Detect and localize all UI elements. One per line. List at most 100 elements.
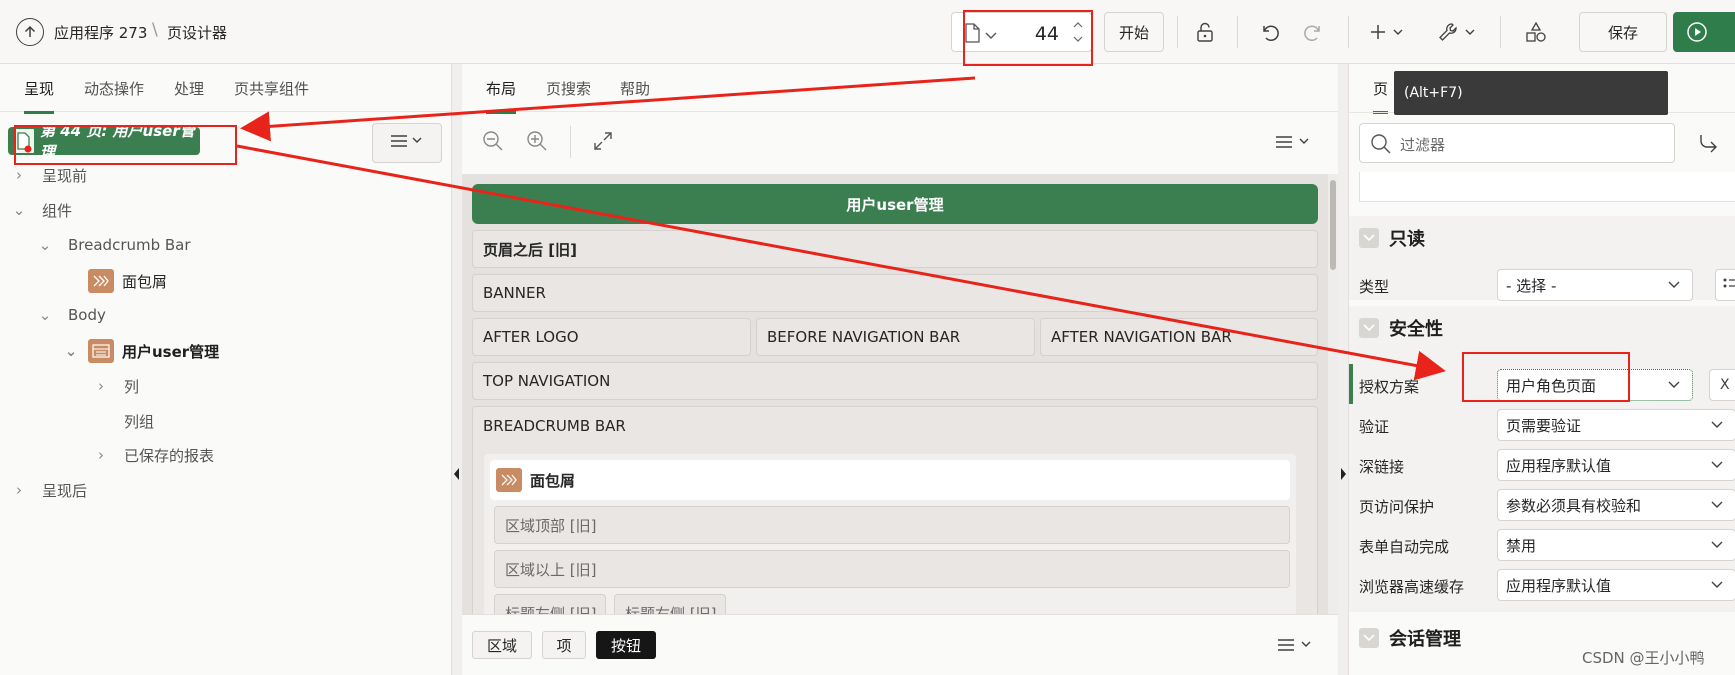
region-after-header[interactable]: 页眉之后 [旧]	[472, 230, 1318, 268]
scroll-thumb[interactable]	[1330, 180, 1336, 270]
chevron-down-icon[interactable]	[1359, 628, 1379, 648]
lock-icon[interactable]	[1191, 18, 1219, 46]
breadcrumb-component[interactable]: 面包屑	[490, 460, 1290, 500]
wrench-icon[interactable]	[1436, 18, 1480, 46]
tree-node-saved-reports[interactable]: › 已保存的报表	[94, 440, 214, 470]
region-after-nav[interactable]: AFTER NAVIGATION BAR	[1040, 318, 1318, 356]
tree-label: 呈现后	[42, 481, 88, 500]
prop-deeplink-select[interactable]: 应用程序默认值	[1497, 449, 1735, 481]
tree-node-body[interactable]: ⌄ Body	[38, 300, 106, 330]
arrow-up-icon[interactable]	[16, 18, 44, 46]
region-after-logo[interactable]: AFTER LOGO	[472, 318, 751, 356]
region-top-nav[interactable]: TOP NAVIGATION	[472, 362, 1318, 400]
region-region-above[interactable]: 区域以上 [旧]	[494, 550, 1290, 588]
plus-icon[interactable]	[1368, 18, 1408, 46]
panel-splitter[interactable]	[1338, 64, 1348, 675]
chevron-right-icon[interactable]: ›	[12, 166, 26, 184]
tab-help[interactable]: 帮助	[620, 78, 650, 111]
run-button[interactable]	[1673, 12, 1735, 52]
prop-autocomplete-label: 表单自动完成	[1359, 538, 1450, 556]
tab-rendering[interactable]: 呈现	[24, 78, 55, 114]
layout-panel: 布局 页搜索 帮助 用户user管理 页眉之后 [旧] BANNER AFTER…	[462, 64, 1338, 675]
prop-cache-select[interactable]: 应用程序默认值	[1497, 569, 1735, 601]
tree-node-breadcrumb[interactable]: 面包屑	[88, 266, 167, 296]
chevron-right-icon[interactable]: ›	[12, 481, 26, 499]
breadcrumb-app[interactable]: 应用程序 273	[54, 22, 147, 43]
expand-icon[interactable]	[592, 130, 614, 156]
prop-cache-label: 浏览器高速缓存	[1359, 578, 1465, 596]
tab-gallery-items[interactable]: 项	[542, 631, 586, 659]
chevron-right-icon[interactable]: ›	[94, 446, 108, 464]
hamburger-icon[interactable]	[1276, 637, 1316, 657]
prop-autocomplete-select[interactable]: 禁用	[1497, 529, 1735, 561]
section-security-heading[interactable]: 安全性	[1359, 312, 1443, 344]
page-title-region[interactable]: 用户user管理	[472, 184, 1318, 224]
chevron-down-icon[interactable]: ⌄	[12, 201, 26, 219]
layout-canvas[interactable]: 用户user管理 页眉之后 [旧] BANNER AFTER LOGO BEFO…	[462, 174, 1338, 614]
save-button[interactable]: 保存	[1579, 12, 1667, 52]
chevron-down-icon	[1711, 458, 1723, 476]
prop-verify-select[interactable]: 页需要验证	[1497, 409, 1735, 441]
region-before-nav[interactable]: BEFORE NAVIGATION BAR	[756, 318, 1035, 356]
prop-type-select[interactable]: - 选择 -	[1497, 269, 1693, 301]
filter-input[interactable]: 过滤器	[1359, 123, 1675, 163]
tree-node-breadcrumb-bar[interactable]: ⌄ Breadcrumb Bar	[38, 230, 191, 260]
breadcrumb-separator: \	[152, 20, 158, 40]
canvas-scrollbar[interactable]	[1328, 174, 1338, 614]
chevron-down-icon[interactable]: ⌄	[38, 306, 52, 324]
tree-label: 呈现前	[42, 166, 88, 185]
tab-page[interactable]: 页	[1373, 78, 1389, 114]
prop-verify-label: 验证	[1359, 418, 1390, 436]
breadcrumb-page-designer[interactable]: 页设计器	[167, 22, 227, 43]
redo-icon[interactable]	[1300, 18, 1328, 46]
chevron-right-icon[interactable]: ›	[94, 377, 108, 395]
region-region-top[interactable]: 区域顶部 [旧]	[494, 506, 1290, 544]
prop-deeplink-label: 深链接	[1359, 458, 1405, 476]
prop-access-select[interactable]: 参数必须具有校验和	[1497, 489, 1735, 521]
middle-tabs: 布局 页搜索 帮助	[462, 64, 1338, 114]
list-view-icon[interactable]	[1715, 269, 1735, 301]
panel-splitter[interactable]	[452, 64, 462, 675]
zoom-out-icon[interactable]	[482, 130, 504, 156]
tree-label: 组件	[42, 201, 73, 220]
chevron-down-icon[interactable]	[1359, 228, 1379, 248]
tab-dynamic-actions[interactable]: 动态操作	[84, 78, 144, 111]
tree-node-region[interactable]: ⌄ 用户user管理	[64, 336, 219, 366]
region-banner[interactable]: BANNER	[472, 274, 1318, 312]
shortcut-tooltip: (Alt+F7)	[1394, 71, 1668, 115]
tree-menu-button[interactable]	[372, 123, 442, 163]
start-button[interactable]: 开始	[1104, 12, 1164, 52]
tree-node-components[interactable]: ⌄ 组件	[12, 195, 72, 225]
region-title-right[interactable]: 标题右侧 [旧]	[614, 594, 726, 614]
toolbar-divider	[1177, 16, 1178, 48]
zoom-in-icon[interactable]	[526, 130, 548, 156]
section-readonly-heading[interactable]: 只读	[1359, 222, 1425, 254]
go-to-group-icon[interactable]	[1697, 131, 1735, 157]
chevron-down-icon[interactable]: ⌄	[64, 342, 78, 360]
annotation-box-page-number	[963, 10, 1093, 66]
chevron-down-icon	[1668, 378, 1680, 396]
tab-page-search[interactable]: 页搜索	[546, 78, 591, 111]
chevron-down-icon[interactable]	[1359, 318, 1379, 338]
tree-node-post-render[interactable]: › 呈现后	[12, 475, 87, 505]
tab-layout[interactable]: 布局	[486, 78, 517, 114]
tab-processing[interactable]: 处理	[174, 78, 204, 111]
prop-access-label: 页访问保护	[1359, 498, 1435, 516]
select-value: - 选择 -	[1506, 276, 1557, 295]
select-value: 禁用	[1506, 536, 1537, 555]
chevron-down-icon[interactable]: ⌄	[38, 236, 52, 254]
top-toolbar: 应用程序 273 \ 页设计器 44 开始 保存	[0, 0, 1735, 64]
shapes-icon[interactable]	[1522, 18, 1550, 46]
tab-gallery-buttons[interactable]: 按钮	[596, 631, 656, 659]
tree-node-columns[interactable]: › 列	[94, 371, 139, 401]
tab-shared-components[interactable]: 页共享组件	[234, 78, 309, 111]
clear-auth-button[interactable]: X	[1709, 369, 1735, 401]
toolbar-divider	[1500, 16, 1501, 48]
tab-gallery-regions[interactable]: 区域	[472, 631, 532, 659]
tree-node-column-groups[interactable]: 列组	[124, 406, 154, 436]
active-row-marker	[1349, 364, 1353, 404]
region-title-left[interactable]: 标题左侧 [旧]	[494, 594, 606, 614]
hamburger-icon[interactable]	[1274, 134, 1314, 154]
undo-icon[interactable]	[1255, 18, 1283, 46]
section-session-heading[interactable]: 会话管理	[1359, 622, 1461, 654]
